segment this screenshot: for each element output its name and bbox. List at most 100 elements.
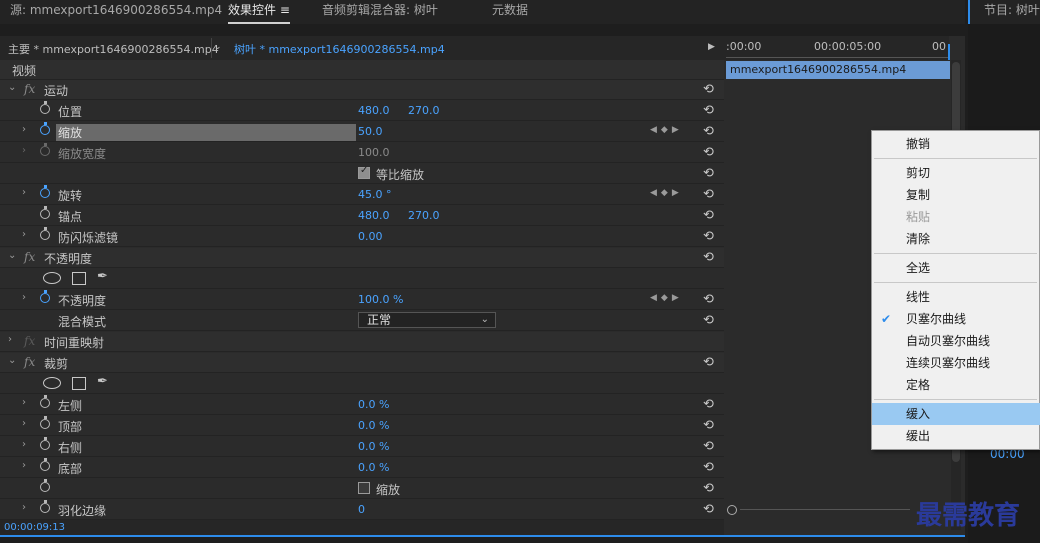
menu-item-ease-in[interactable]: 缓入 <box>872 403 1040 425</box>
blend-mode-select[interactable]: 正常 ⌄ <box>358 312 496 328</box>
tab-source[interactable]: 源: mmexport1646900286554.mp4 <box>10 0 222 22</box>
crop-right-value[interactable]: 0.0 % <box>358 440 389 453</box>
reset-icon[interactable]: ⟲ <box>703 502 714 517</box>
crop-zoom-checkbox[interactable] <box>358 482 370 494</box>
keyframe-nav-icon[interactable]: ◀◆▶ <box>650 293 683 303</box>
rotation-value[interactable]: 45.0 ° <box>358 188 392 201</box>
time-remap-effect-row[interactable]: › fx 时间重映射 <box>0 332 724 352</box>
menu-item-auto-bezier[interactable]: 自动贝塞尔曲线 <box>872 330 1040 352</box>
playhead[interactable] <box>948 44 950 60</box>
tab-program[interactable]: 节目: 树叶 <box>984 0 1040 22</box>
menu-item-continuous-bezier[interactable]: 连续贝塞尔曲线 <box>872 352 1040 374</box>
opacity-value[interactable]: 100.0 % <box>358 293 403 306</box>
expand-chevron-icon[interactable]: › <box>22 397 26 408</box>
stopwatch-icon[interactable] <box>40 101 50 114</box>
ellipse-mask-icon[interactable] <box>43 377 61 389</box>
reset-icon[interactable]: ⟲ <box>703 250 714 265</box>
stopwatch-icon[interactable] <box>40 458 50 471</box>
menu-item-clear[interactable]: 清除 <box>872 228 1040 250</box>
master-clip-label[interactable]: 主要 * mmexport1646900286554.mp4 <box>8 41 219 57</box>
keyframe-nav-icon[interactable]: ◀◆▶ <box>650 188 683 198</box>
menu-item-select-all[interactable]: 全选 <box>872 257 1040 279</box>
pen-mask-icon[interactable]: ✒ <box>97 374 108 389</box>
fx-icon[interactable]: fx <box>24 250 35 264</box>
flicker-value[interactable]: 0.00 <box>358 230 383 243</box>
scale-value[interactable]: 50.0 <box>358 125 383 138</box>
reset-icon[interactable]: ⟲ <box>703 481 714 496</box>
uniform-scale-checkbox[interactable] <box>358 165 370 179</box>
rectangle-mask-icon[interactable] <box>72 377 86 390</box>
expand-chevron-icon[interactable]: › <box>22 439 26 450</box>
reset-icon[interactable]: ⟲ <box>703 355 714 370</box>
tab-audio-mixer[interactable]: 音频剪辑混合器: 树叶 <box>322 0 438 22</box>
expand-chevron-icon[interactable]: › <box>22 460 26 471</box>
fx-icon[interactable]: fx <box>24 355 35 369</box>
reset-icon[interactable]: ⟲ <box>703 313 714 328</box>
stopwatch-icon[interactable] <box>40 479 50 492</box>
rectangle-mask-icon[interactable] <box>72 272 86 285</box>
stopwatch-icon[interactable] <box>40 122 50 135</box>
menu-item-linear[interactable]: 线性 <box>872 286 1040 308</box>
feather-value[interactable]: 0 <box>358 503 365 516</box>
reset-icon[interactable]: ⟲ <box>703 418 714 433</box>
position-y-value[interactable]: 270.0 <box>408 104 440 117</box>
menu-item-ease-out[interactable]: 缓出 <box>872 425 1040 447</box>
stopwatch-icon[interactable] <box>40 206 50 219</box>
tab-effect-controls[interactable]: 效果控件 ≡ <box>228 0 290 24</box>
reset-icon[interactable]: ⟲ <box>703 82 714 97</box>
expand-chevron-icon[interactable]: › <box>22 502 26 513</box>
anchor-y-value[interactable]: 270.0 <box>408 209 440 222</box>
reset-icon[interactable]: ⟲ <box>703 166 714 181</box>
collapse-chevron-icon[interactable]: ⌄ <box>8 82 16 93</box>
reset-icon[interactable]: ⟲ <box>703 439 714 454</box>
crop-top-value[interactable]: 0.0 % <box>358 419 389 432</box>
menu-item-undo[interactable]: 撤销 <box>872 133 1040 155</box>
menu-item-hold[interactable]: 定格 <box>872 374 1040 396</box>
expand-chevron-icon[interactable]: › <box>8 334 12 345</box>
expand-chevron-icon[interactable]: › <box>22 124 26 135</box>
expand-timeline-icon[interactable]: ▶ <box>708 42 715 52</box>
crop-left-value[interactable]: 0.0 % <box>358 398 389 411</box>
panel-menu-icon[interactable]: ≡ <box>280 3 290 17</box>
stopwatch-icon[interactable] <box>40 500 50 513</box>
crop-bottom-value[interactable]: 0.0 % <box>358 461 389 474</box>
ellipse-mask-icon[interactable] <box>43 272 61 284</box>
reset-icon[interactable]: ⟲ <box>703 124 714 139</box>
fx-icon[interactable]: fx <box>24 82 35 96</box>
stopwatch-icon[interactable] <box>40 290 50 303</box>
anchor-x-value[interactable]: 480.0 <box>358 209 390 222</box>
motion-effect-row[interactable]: ⌄ fx 运动 ⟲ <box>0 80 724 100</box>
reset-icon[interactable]: ⟲ <box>703 187 714 202</box>
opacity-effect-row[interactable]: ⌄ fx 不透明度 ⟲ <box>0 248 724 268</box>
stopwatch-icon[interactable] <box>40 437 50 450</box>
menu-item-copy[interactable]: 复制 <box>872 184 1040 206</box>
reset-icon[interactable]: ⟲ <box>703 208 714 223</box>
menu-item-bezier[interactable]: ✔ 贝塞尔曲线 <box>872 308 1040 330</box>
zoom-handle[interactable] <box>727 505 737 515</box>
pen-mask-icon[interactable]: ✒ <box>97 269 108 284</box>
zoom-bar[interactable] <box>740 509 910 510</box>
collapse-chevron-icon[interactable]: ⌄ <box>8 355 16 366</box>
expand-chevron-icon[interactable]: › <box>22 418 26 429</box>
reset-icon[interactable]: ⟲ <box>703 397 714 412</box>
current-timecode[interactable]: 00:00:09:13 <box>4 522 65 533</box>
timeline-clip[interactable]: mmexport1646900286554.mp4 <box>726 61 950 79</box>
stopwatch-icon[interactable] <box>40 395 50 408</box>
crop-effect-row[interactable]: ⌄ fx 裁剪 ⟲ <box>0 353 724 373</box>
expand-chevron-icon[interactable]: › <box>22 187 26 198</box>
stopwatch-icon[interactable] <box>40 416 50 429</box>
collapse-chevron-icon[interactable]: ⌄ <box>8 250 16 261</box>
reset-icon[interactable]: ⟲ <box>703 145 714 160</box>
stopwatch-icon[interactable] <box>40 227 50 240</box>
clip-dropdown-chevron-icon[interactable]: ⌄ <box>214 42 222 52</box>
sequence-clip-label[interactable]: 树叶 * mmexport1646900286554.mp4 <box>234 41 445 57</box>
stopwatch-icon[interactable] <box>40 185 50 198</box>
expand-chevron-icon[interactable]: › <box>22 292 26 303</box>
expand-chevron-icon[interactable]: › <box>22 229 26 240</box>
keyframe-nav-icon[interactable]: ◀◆▶ <box>650 125 683 135</box>
tab-metadata[interactable]: 元数据 <box>492 0 528 22</box>
position-x-value[interactable]: 480.0 <box>358 104 390 117</box>
reset-icon[interactable]: ⟲ <box>703 229 714 244</box>
reset-icon[interactable]: ⟲ <box>703 292 714 307</box>
reset-icon[interactable]: ⟲ <box>703 103 714 118</box>
